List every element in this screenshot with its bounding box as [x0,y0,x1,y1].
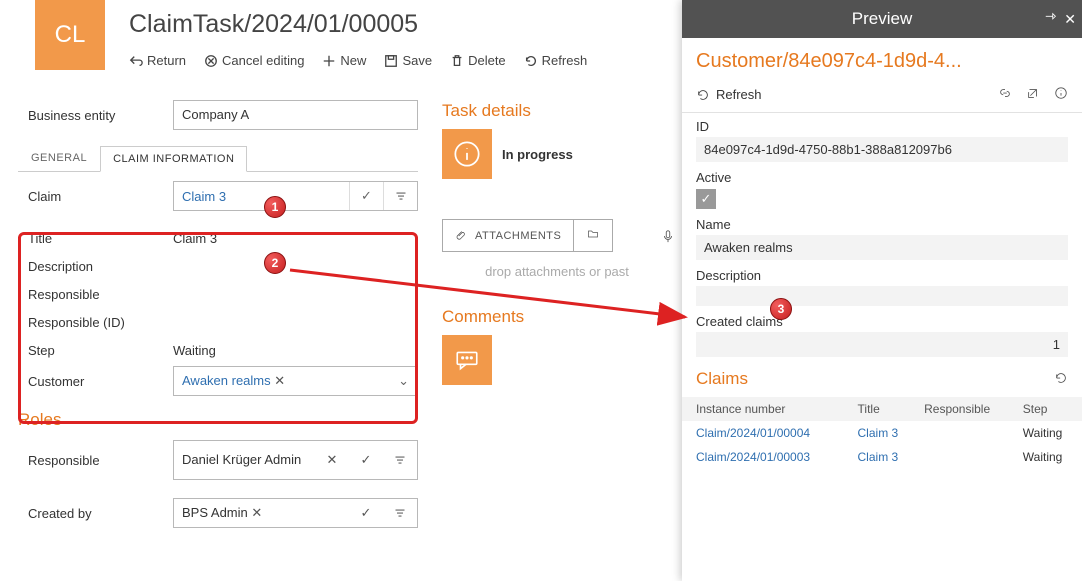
info-icon[interactable] [1054,86,1068,103]
mic-button[interactable] [661,219,675,252]
clear-responsible-icon[interactable]: ✕ [315,441,349,479]
toolbar: Return Cancel editing New Save Delete Re… [129,53,587,68]
trash-icon [450,54,464,68]
responsible-people-picker[interactable]: Daniel Krüger Admin ✕ ✓ [173,440,418,480]
new-button[interactable]: New [322,53,366,68]
created-by-picker[interactable]: BPS Admin ✕ ✓ [173,498,418,528]
tab-claim-information[interactable]: CLAIM INFORMATION [100,146,247,172]
business-entity-label: Business entity [18,108,173,123]
preview-active-label: Active [696,170,1068,185]
save-button[interactable]: Save [384,53,432,68]
entity-avatar: CL [35,0,105,70]
refresh-icon [1054,371,1068,385]
confirm-icon[interactable]: ✓ [349,182,383,210]
task-details-heading: Task details [442,101,672,121]
link-icon[interactable] [998,86,1012,103]
annotation-arrow [280,262,700,342]
preview-name-value: Awaken realms [696,235,1068,260]
folder-icon [586,228,600,240]
claims-heading: Claims [696,369,748,389]
table-row[interactable]: Claim/2024/01/00004 Claim 3 Waiting [682,421,1082,445]
status-text: In progress [502,147,573,162]
paperclip-icon [455,230,467,242]
menu-createdby-icon[interactable] [383,499,417,527]
return-icon [129,54,143,68]
page-title: ClaimTask/2024/01/00005 [129,10,587,39]
annotation-1: 1 [264,196,286,218]
folder-button[interactable] [574,219,613,252]
col-step[interactable]: Step [1017,397,1082,421]
preview-id-value: 84e097c4-1d9d-4750-88b1-388a812097b6 [696,137,1068,162]
preview-panel: Preview ✕ Customer/84e097c4-1d9d-4... Re… [682,0,1082,581]
refresh-icon [696,88,710,102]
confirm-responsible-icon[interactable]: ✓ [349,441,383,479]
return-button[interactable]: Return [129,53,186,68]
confirm-createdby-icon[interactable]: ✓ [349,499,383,527]
claim-picker[interactable]: Claim 3 ✓ [173,181,418,211]
preview-description-value [696,286,1068,306]
mic-icon [661,228,675,244]
preview-created-label: Created claims [696,314,1068,329]
table-row[interactable]: Claim/2024/01/00003 Claim 3 Waiting [682,445,1082,469]
preview-name-label: Name [696,217,1068,232]
menu-responsible-icon[interactable] [383,441,417,479]
preview-entity-title: Customer/84e097c4-1d9d-4... [682,38,1082,77]
claim-label: Claim [18,189,173,204]
tab-general[interactable]: GENERAL [18,145,100,171]
claims-table: Instance number Title Responsible Step C… [682,397,1082,469]
preview-created-count: 1 [696,332,1068,357]
delete-button[interactable]: Delete [450,53,506,68]
save-icon [384,54,398,68]
menu-icon[interactable] [383,182,417,210]
preview-header: Preview ✕ [682,0,1082,38]
cancel-editing-button[interactable]: Cancel editing [204,53,304,68]
plus-icon [322,54,336,68]
cancel-icon [204,54,218,68]
open-external-icon[interactable] [1026,86,1040,103]
annotation-3: 3 [770,298,792,320]
preview-id-label: ID [696,119,1068,134]
business-entity-input[interactable]: Company A [173,100,418,130]
refresh-icon [524,54,538,68]
created-by-label: Created by [18,506,173,521]
attachments-tab[interactable]: ATTACHMENTS [442,219,574,252]
col-responsible[interactable]: Responsible [918,397,1017,421]
pin-icon[interactable] [1044,11,1058,28]
comment-icon [454,347,480,373]
claims-refresh-button[interactable] [1054,371,1068,388]
preview-description-label: Description [696,268,1068,283]
preview-refresh-button[interactable]: Refresh [696,87,762,102]
comment-add-button[interactable] [442,335,492,385]
refresh-button[interactable]: Refresh [524,53,588,68]
col-instance[interactable]: Instance number [682,397,852,421]
tabs: GENERAL CLAIM INFORMATION [18,145,418,172]
role-responsible-label: Responsible [18,453,173,468]
col-title[interactable]: Title [852,397,919,421]
status-icon [442,129,492,179]
close-icon[interactable]: ✕ [1064,11,1076,28]
preview-active-checkbox[interactable]: ✓ [696,189,716,209]
clear-createdby-icon[interactable]: ✕ [251,505,262,520]
